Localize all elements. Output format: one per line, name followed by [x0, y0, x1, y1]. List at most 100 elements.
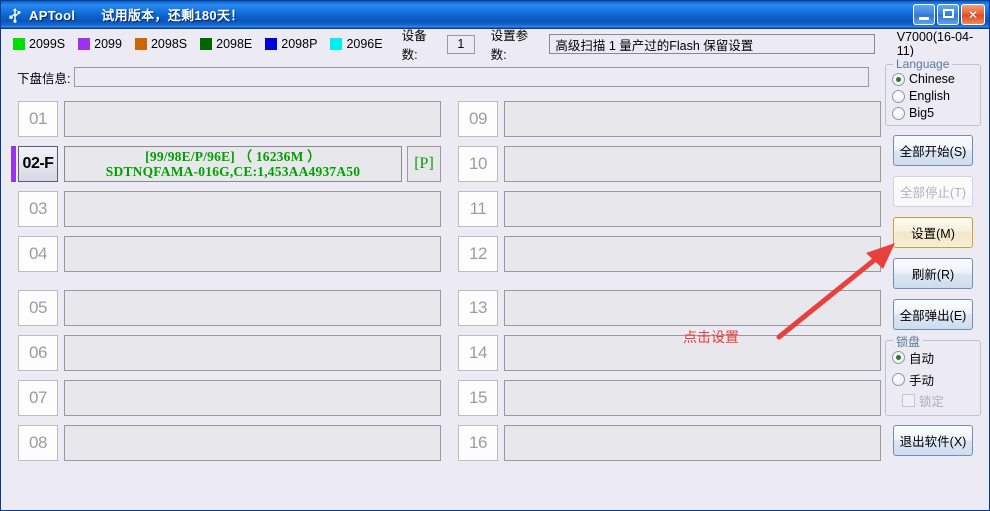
slot-row[interactable]: 04: [11, 236, 441, 272]
slot-row[interactable]: 15: [451, 380, 881, 416]
param-label: 设置参数:: [490, 29, 529, 62]
lock-checkbox-label: 锁定: [919, 395, 945, 409]
slot-row[interactable]: 03: [11, 191, 441, 227]
slot-info-text: [99/98E/P/96E] （ 16236M ） SDTNQFAMA-016G…: [105, 149, 361, 179]
slot-row[interactable]: 07: [11, 380, 441, 416]
slot-number-button[interactable]: 10: [458, 146, 498, 182]
slot-row[interactable]: 11: [451, 191, 881, 227]
slot-number-button[interactable]: 06: [18, 335, 58, 371]
legend-swatch-icon: [13, 38, 25, 50]
language-radio[interactable]: [892, 106, 905, 120]
slot-number-button[interactable]: 14: [458, 335, 498, 371]
slot-number-button[interactable]: 13: [458, 290, 498, 326]
legend-item: 2099: [78, 37, 122, 51]
slot-info-field[interactable]: [504, 380, 881, 416]
slot-info-field[interactable]: [504, 101, 881, 137]
slot-row[interactable]: 08: [11, 425, 441, 461]
lock-radio[interactable]: [892, 373, 905, 386]
slot-info-field[interactable]: [64, 191, 441, 227]
slot-number-button[interactable]: 05: [18, 290, 58, 326]
slot-info-field[interactable]: [64, 425, 441, 461]
lock-checkbox[interactable]: [902, 394, 915, 407]
slot-group-left-bottom: 05 06 07 08: [11, 290, 441, 461]
exit-button[interactable]: 退出软件(X): [893, 425, 973, 456]
toolbar: 2099S 2099 2098S 2098E 2098P 2096E 设备数: 1 设置参…: [1, 29, 989, 62]
language-options: Chinese English Big5: [892, 72, 974, 120]
slot-status-indicator: [11, 335, 16, 371]
slot-info-field[interactable]: [504, 425, 881, 461]
legend-item: 2096E: [330, 37, 383, 51]
language-radio[interactable]: [892, 72, 905, 86]
slot-number-button[interactable]: 02-F: [18, 146, 58, 182]
slot-row[interactable]: 16: [451, 425, 881, 461]
panel-button[interactable]: 全部弹出(E): [893, 299, 973, 330]
lock-label: 自动: [909, 352, 935, 366]
slot-row[interactable]: 10: [451, 146, 881, 182]
slot-row[interactable]: 14: [451, 335, 881, 371]
legend-label: 2099S: [29, 37, 66, 51]
slot-info-field[interactable]: [504, 236, 881, 272]
slot-info-field[interactable]: [64, 290, 441, 326]
lock-radio[interactable]: [892, 351, 905, 364]
slot-column-right: 09 10 11 12 13 14 15 16: [451, 101, 881, 479]
lock-checkbox-row[interactable]: 锁定: [902, 391, 974, 410]
legend-swatch-icon: [134, 38, 147, 50]
slot-number-button[interactable]: 08: [18, 425, 58, 461]
slot-row[interactable]: 01: [11, 101, 441, 137]
language-option[interactable]: Big5: [892, 106, 974, 120]
language-groupbox-title: Language: [893, 57, 953, 71]
slot-info-field[interactable]: [504, 290, 881, 326]
legend-label: 2098P: [281, 37, 318, 51]
slot-status-indicator: [451, 101, 456, 137]
legend-item: 2098P: [265, 37, 317, 51]
minimize-button[interactable]: [913, 4, 935, 25]
disk-info-label: 下盘信息:: [17, 71, 71, 86]
close-button[interactable]: ✕: [961, 4, 985, 25]
slot-info-field[interactable]: [64, 236, 441, 272]
slot-row[interactable]: 09: [451, 101, 881, 137]
slot-number-button[interactable]: 11: [458, 191, 498, 227]
slot-row[interactable]: 12: [451, 236, 881, 272]
legend-item: 2098S: [134, 37, 187, 51]
slot-info-field[interactable]: [504, 146, 881, 182]
slot-info-field[interactable]: [64, 380, 441, 416]
slot-info-field[interactable]: [99/98E/P/96E] （ 16236M ） SDTNQFAMA-016G…: [64, 146, 402, 182]
lock-groupbox-title: 锁盘: [893, 333, 924, 350]
slot-number-button[interactable]: 07: [18, 380, 58, 416]
slot-row[interactable]: 13: [451, 290, 881, 326]
side-panel: Language Chinese English Big5 全部开始(S) 全部停止(…: [885, 57, 981, 466]
slot-row[interactable]: 02-F [99/98E/P/96E] （ 16236M ） SDTNQFAMA-…: [11, 146, 441, 182]
panel-button[interactable]: 全部开始(S): [893, 135, 973, 166]
slot-info-field[interactable]: [64, 101, 441, 137]
slot-number-button[interactable]: 15: [458, 380, 498, 416]
action-buttons: 全部开始(S) 全部停止(T) 设置(M) 刷新(R) 全部弹出(E): [885, 135, 981, 330]
slot-row[interactable]: 06: [11, 335, 441, 371]
slot-status-indicator: [451, 236, 456, 272]
aptool-window: APTool 试用版本，还剩180天！ ✕ 2099S 2099 2098S 2098…: [0, 0, 990, 511]
slot-number-button[interactable]: 04: [18, 236, 58, 272]
slot-status-indicator: [11, 380, 16, 416]
window-subtitle-text: 试用版本，还剩180天！: [101, 8, 244, 23]
slot-number-button[interactable]: 12: [458, 236, 498, 272]
slot-number-button[interactable]: 01: [18, 101, 58, 137]
panel-button[interactable]: 设置(M): [893, 217, 973, 248]
slot-status-indicator: [11, 425, 16, 461]
language-option[interactable]: English: [892, 89, 974, 103]
language-groupbox: Language Chinese English Big5: [885, 57, 981, 126]
slot-number-button[interactable]: 03: [18, 191, 58, 227]
lock-option[interactable]: 手动: [892, 370, 974, 389]
language-radio[interactable]: [892, 89, 905, 103]
maximize-button[interactable]: [937, 4, 959, 25]
lock-option[interactable]: 自动: [892, 348, 974, 367]
slot-status-indicator: [11, 146, 16, 182]
disk-info-field[interactable]: [74, 67, 870, 87]
panel-button[interactable]: 刷新(R): [893, 258, 973, 289]
slot-number-button[interactable]: 09: [458, 101, 498, 137]
language-option[interactable]: Chinese: [892, 72, 974, 86]
param-value-field[interactable]: 高级扫描 1 量产过的Flash 保留设置: [549, 34, 875, 54]
slot-row[interactable]: 05: [11, 290, 441, 326]
slot-info-field[interactable]: [504, 191, 881, 227]
slot-number-button[interactable]: 16: [458, 425, 498, 461]
slot-info-field[interactable]: [64, 335, 441, 371]
lock-groupbox: 锁盘 自动手动 锁定: [885, 333, 981, 416]
